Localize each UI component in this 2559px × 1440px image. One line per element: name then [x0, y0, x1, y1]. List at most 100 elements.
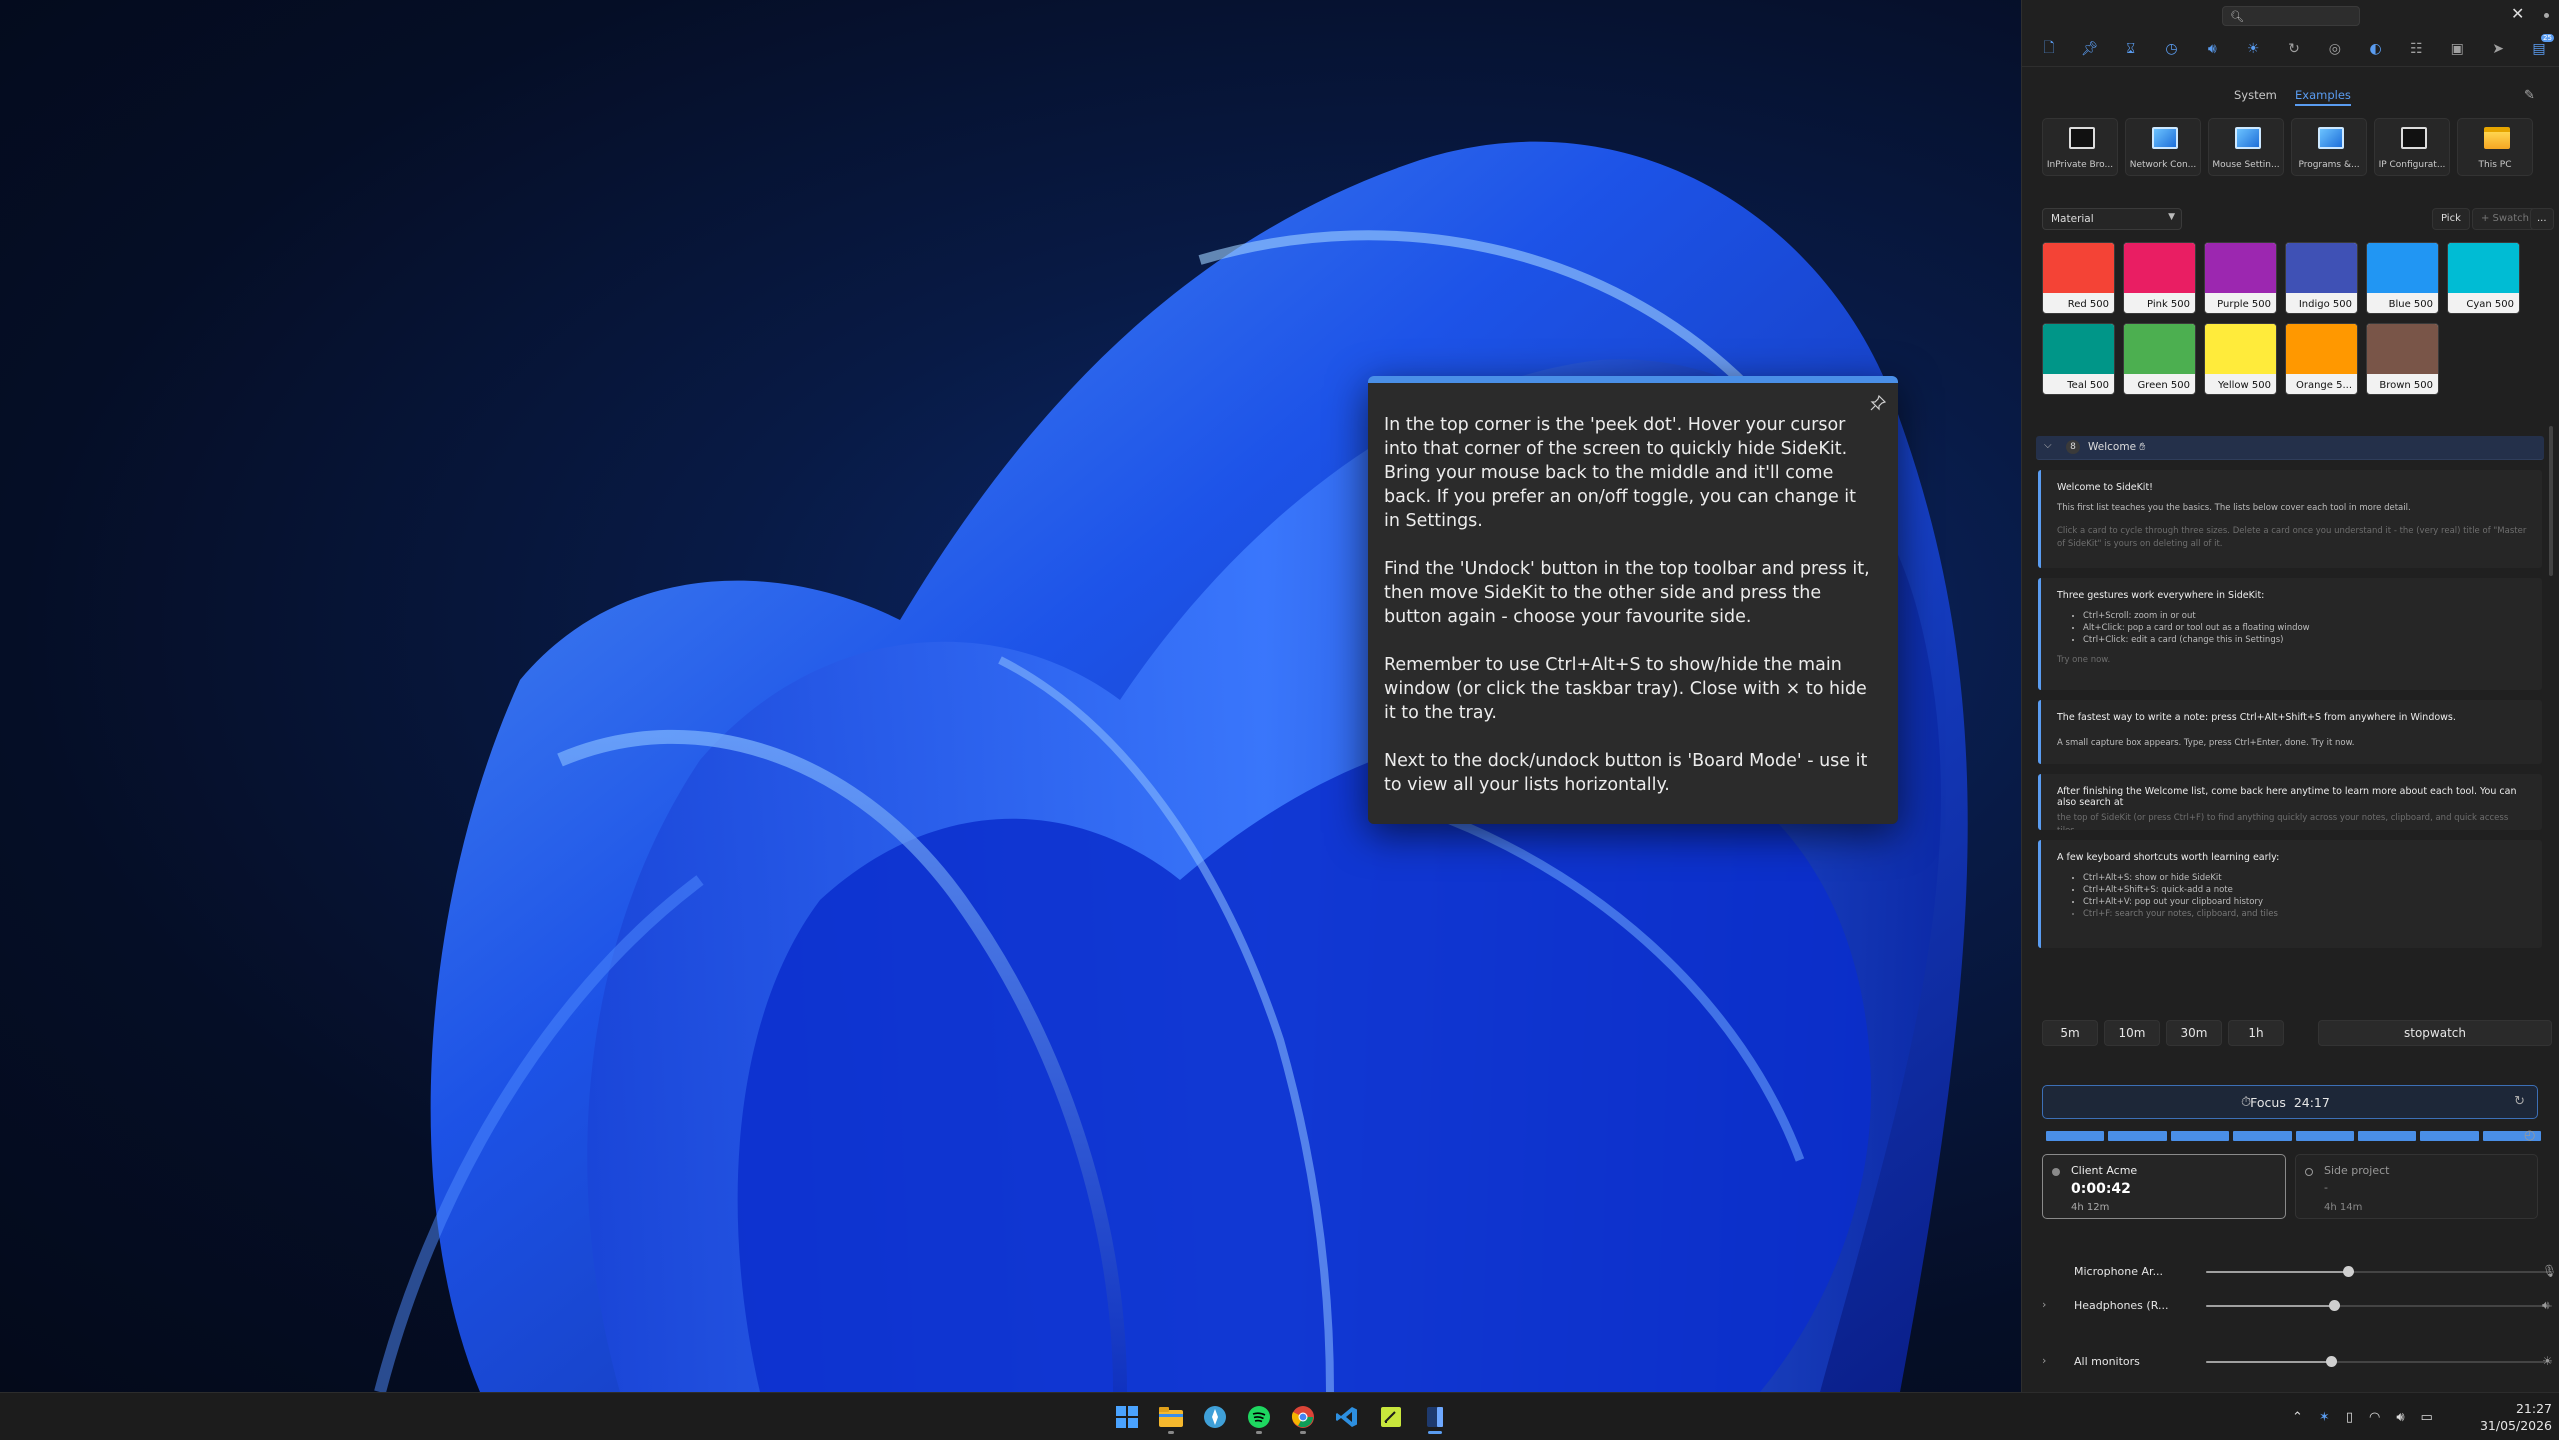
tablet-icon[interactable]: ▯ — [2346, 1410, 2353, 1425]
running-indicator — [1428, 1431, 1442, 1434]
chevron-right-icon[interactable]: › — [2042, 1354, 2046, 1367]
color-swatch[interactable]: Pink 500 — [2123, 242, 2196, 314]
bluetooth-icon[interactable]: ✶ — [2319, 1410, 2330, 1425]
palette-select-value: Material — [2051, 213, 2094, 225]
card-heading: Three gestures work everywhere in SideKi… — [2057, 590, 2265, 601]
windows-start-icon[interactable] — [1109, 1399, 1145, 1435]
clock-icon[interactable]: ◷ — [2158, 36, 2184, 62]
file-explorer-icon[interactable] — [1153, 1399, 1189, 1435]
shortcut-tile[interactable]: IP Configurat... — [2374, 118, 2450, 176]
timer-10m-button[interactable]: 10m — [2104, 1020, 2160, 1046]
taskbar-clock[interactable]: 21:27 31/05/2026 — [2466, 1400, 2552, 1434]
time-tracker-card[interactable]: Client Acme 0:00:42 4h 12m — [2042, 1154, 2286, 1219]
scrollbar[interactable] — [2549, 426, 2553, 576]
volume-icon[interactable]: 🔊︎ — [2199, 36, 2225, 62]
wave-icon: ✋︎ — [2139, 441, 2146, 453]
color-swatch[interactable]: Brown 500 — [2366, 323, 2439, 395]
sun-icon[interactable]: ☀︎ — [2542, 1354, 2553, 1368]
note-card[interactable]: Welcome to SideKit! This first list teac… — [2038, 470, 2542, 568]
chevron-down-icon[interactable]: ⌵ — [2044, 440, 2052, 451]
tab-examples[interactable]: Examples — [2295, 88, 2351, 106]
shortcut-tile[interactable]: Programs &... — [2291, 118, 2367, 176]
note-card[interactable]: After finishing the Welcome list, come b… — [2038, 774, 2542, 830]
note-card[interactable]: Three gestures work everywhere in SideKi… — [2038, 578, 2542, 690]
key-icon[interactable]: ▣ — [2444, 36, 2470, 62]
sidekit-sidebar: 🔍︎ ✕ 🗋︎ 📌︎ ⌛︎ ◷ 🔊︎ ☀︎ ↻ ◎ ◐ ☷ ▣ ➤ ▤ 25 Sy… — [2021, 0, 2559, 1392]
color-swatch[interactable]: Cyan 500 — [2447, 242, 2520, 314]
reset-icon[interactable]: ↻ — [2514, 1094, 2525, 1109]
shortcut-tile[interactable]: Network Con... — [2125, 118, 2201, 176]
stopwatch-button[interactable]: stopwatch — [2318, 1020, 2552, 1046]
search-input[interactable]: 🔍︎ — [2222, 6, 2360, 26]
palette-select[interactable]: Material ▼ — [2042, 208, 2182, 230]
color-swatch[interactable]: Yellow 500 — [2204, 323, 2277, 395]
quick-access-tiles: InPrivate Bro... Network Con... Mouse Se… — [2042, 118, 2550, 176]
timer-5m-button[interactable]: 5m — [2042, 1020, 2098, 1046]
brightness-icon[interactable]: ☀︎ — [2240, 36, 2266, 62]
progress-segment — [2295, 1131, 2354, 1141]
chrome-icon[interactable] — [1285, 1399, 1321, 1435]
battery-icon[interactable]: ▭ — [2421, 1410, 2433, 1425]
hourglass-icon[interactable]: ⌛︎ — [2118, 36, 2144, 62]
color-swatch[interactable]: Purple 500 — [2204, 242, 2277, 314]
list-item: Ctrl+Alt+S: show or hide SideKit — [2083, 872, 2530, 884]
list-header-welcome[interactable]: ⌵ 8 Welcome ✋︎ — [2036, 436, 2544, 460]
sidekit-icon[interactable] — [1417, 1399, 1453, 1435]
card-list: Ctrl+Scroll: zoom in or out Alt+Click: p… — [2083, 610, 2530, 646]
wifi-icon[interactable]: ◠ — [2369, 1410, 2380, 1425]
color-swatch[interactable]: Orange 5... — [2285, 323, 2358, 395]
sync-icon[interactable]: ↻ — [2281, 36, 2307, 62]
notepad-icon[interactable] — [1373, 1399, 1409, 1435]
more-button[interactable]: ... — [2530, 208, 2554, 230]
color-swatch[interactable]: Green 500 — [2123, 323, 2196, 395]
slider-fill — [2206, 1361, 2331, 1363]
browser-icon[interactable] — [1197, 1399, 1233, 1435]
pick-button[interactable]: Pick — [2432, 208, 2470, 230]
note-card[interactable]: The fastest way to write a note: press C… — [2038, 700, 2542, 764]
shortcut-tile[interactable]: This PC — [2457, 118, 2533, 176]
pin-icon[interactable] — [1870, 394, 1887, 411]
swatch-color — [2205, 243, 2276, 293]
timer-1h-button[interactable]: 1h — [2228, 1020, 2284, 1046]
pin-icon[interactable]: 📌︎ — [2077, 36, 2103, 62]
card-heading: A few keyboard shortcuts worth learning … — [2057, 852, 2280, 863]
swatch-color — [2124, 243, 2195, 293]
color-swatch[interactable]: Blue 500 — [2366, 242, 2439, 314]
dock-icon[interactable]: ▤ 25 — [2526, 34, 2554, 62]
note-icon[interactable]: 🗋︎ — [2036, 36, 2062, 62]
chevron-right-icon[interactable]: › — [2042, 1298, 2046, 1311]
shortcut-tile[interactable]: Mouse Settin... — [2208, 118, 2284, 176]
palette-icon[interactable]: ◐ — [2363, 36, 2389, 62]
taskbar: ⌃ ✶ ▯ ◠ 🔊︎ ▭ 21:27 31/05/2026 — [0, 1392, 2559, 1440]
slider-thumb[interactable] — [2326, 1356, 2337, 1367]
tooltip-paragraph: Find the 'Undock' button in the top tool… — [1384, 559, 1870, 627]
tracker-total: 4h 12m — [2071, 1202, 2110, 1213]
sound-icon[interactable]: ◎ — [2322, 36, 2348, 62]
color-swatch[interactable]: Red 500 — [2042, 242, 2115, 314]
focus-timer[interactable]: ⏱︎ Focus 24:17 ↻ — [2042, 1085, 2538, 1119]
timer-30m-button[interactable]: 30m — [2166, 1020, 2222, 1046]
shortcut-tile[interactable]: InPrivate Bro... — [2042, 118, 2118, 176]
note-card[interactable]: A few keyboard shortcuts worth learning … — [2038, 840, 2542, 948]
volume-icon[interactable]: 🔊︎ — [2396, 1410, 2404, 1425]
history-icon[interactable]: ◴ — [2524, 1128, 2535, 1143]
color-swatch[interactable]: Teal 500 — [2042, 323, 2115, 395]
slider-thumb[interactable] — [2343, 1266, 2354, 1277]
time-tracker-card[interactable]: Side project - 4h 14m — [2295, 1154, 2538, 1219]
close-icon[interactable]: ✕ — [2511, 4, 2524, 23]
mic-icon[interactable]: 🎙︎ — [2542, 1264, 2557, 1278]
progress-segment — [2357, 1131, 2417, 1141]
edit-icon[interactable]: ✎ — [2524, 88, 2535, 103]
peek-dot[interactable] — [2544, 13, 2549, 18]
cursor-icon[interactable]: ➤ — [2485, 36, 2511, 62]
color-swatch[interactable]: Indigo 500 — [2285, 242, 2358, 314]
spotify-icon[interactable] — [1241, 1399, 1277, 1435]
slider-thumb[interactable] — [2329, 1300, 2340, 1311]
tab-system[interactable]: System — [2234, 88, 2277, 102]
speaker-icon[interactable]: 🔊︎ — [2542, 1298, 2550, 1313]
vscode-icon[interactable] — [1329, 1399, 1365, 1435]
chevron-up-icon[interactable]: ⌃ — [2292, 1410, 2303, 1425]
running-indicator — [1300, 1431, 1306, 1434]
apps-icon[interactable]: ☷ — [2403, 36, 2429, 62]
add-swatch-button[interactable]: + Swatch — [2472, 208, 2538, 230]
